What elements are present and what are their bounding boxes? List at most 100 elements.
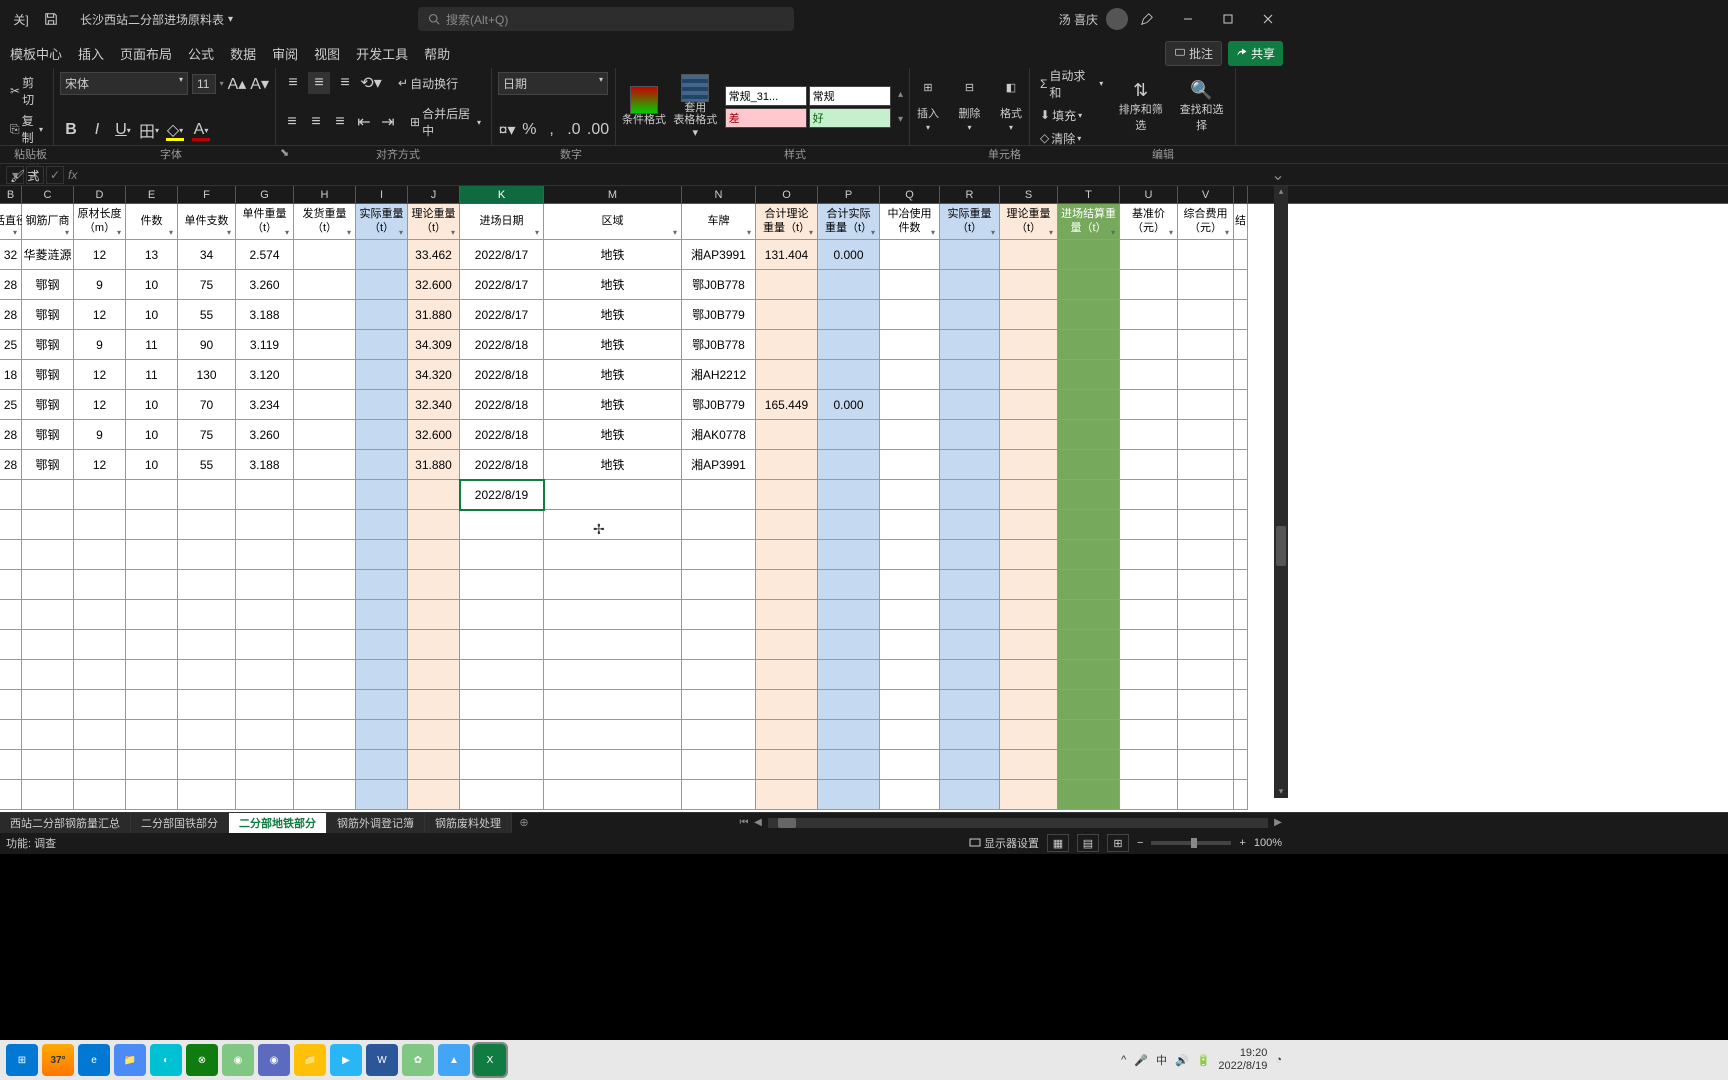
cell[interactable] [756, 690, 818, 720]
cell[interactable]: 3.188 [236, 300, 294, 330]
tray-expand-icon[interactable]: ^ [1121, 1054, 1126, 1066]
cell[interactable] [544, 480, 682, 510]
cell[interactable]: 130 [178, 360, 236, 390]
app-icon-5[interactable]: ✿ [402, 1044, 434, 1076]
cell[interactable] [1234, 330, 1248, 360]
cell[interactable] [126, 600, 178, 630]
cell[interactable]: 2022/8/18 [460, 330, 544, 360]
cell[interactable] [1000, 780, 1058, 810]
cell[interactable] [1058, 360, 1120, 390]
cell[interactable] [22, 720, 74, 750]
cell[interactable] [940, 540, 1000, 570]
cell[interactable] [1234, 270, 1248, 300]
cell[interactable] [682, 690, 756, 720]
cell[interactable] [74, 600, 126, 630]
cell[interactable]: 3.234 [236, 390, 294, 420]
cell[interactable] [0, 630, 22, 660]
increase-font-icon[interactable]: A▴ [228, 73, 247, 95]
cell[interactable] [818, 540, 880, 570]
cell[interactable] [356, 630, 408, 660]
align-right-icon[interactable]: ≡ [330, 111, 350, 133]
cell[interactable] [544, 780, 682, 810]
cell[interactable] [880, 270, 940, 300]
cell[interactable] [544, 540, 682, 570]
cell[interactable] [1120, 240, 1178, 270]
comma-icon[interactable]: , [543, 119, 561, 141]
cell[interactable] [1000, 540, 1058, 570]
cell[interactable]: 33.462 [408, 240, 460, 270]
cell[interactable] [356, 600, 408, 630]
cell[interactable] [460, 570, 544, 600]
cell[interactable]: 55 [178, 300, 236, 330]
cell[interactable]: 2022/8/18 [460, 450, 544, 480]
cell[interactable] [756, 540, 818, 570]
mic-icon[interactable]: 🎤 [1134, 1054, 1148, 1067]
filter-arrow-icon[interactable]: ▾ [1046, 228, 1056, 238]
cell[interactable]: 32.600 [408, 270, 460, 300]
cell[interactable] [236, 540, 294, 570]
cell[interactable] [1178, 360, 1234, 390]
menu-开发工具[interactable]: 开发工具 [348, 39, 416, 67]
filter-arrow-icon[interactable]: ▾ [928, 228, 938, 238]
cell[interactable] [0, 750, 22, 780]
cell[interactable]: 湘AP3991 [682, 240, 756, 270]
cell[interactable]: 28 [0, 450, 22, 480]
cell[interactable] [682, 570, 756, 600]
cell[interactable]: 75 [178, 270, 236, 300]
cell[interactable] [880, 750, 940, 780]
cell[interactable] [356, 360, 408, 390]
ime-icon[interactable]: 中 [1156, 1052, 1167, 1068]
cell[interactable] [1178, 630, 1234, 660]
cell[interactable] [126, 540, 178, 570]
cell[interactable]: 鄂J0B778 [682, 270, 756, 300]
cell[interactable] [294, 780, 356, 810]
cell[interactable]: 10 [126, 450, 178, 480]
cell[interactable] [1000, 330, 1058, 360]
cell[interactable] [0, 720, 22, 750]
cell[interactable] [74, 570, 126, 600]
menu-视图[interactable]: 视图 [306, 39, 348, 67]
cell[interactable] [1120, 270, 1178, 300]
col-header-H[interactable]: H [294, 186, 356, 203]
cell[interactable] [818, 330, 880, 360]
cell[interactable] [294, 480, 356, 510]
cell[interactable] [1058, 450, 1120, 480]
cell[interactable] [356, 690, 408, 720]
cell[interactable]: 0.000 [818, 240, 880, 270]
cell[interactable] [178, 630, 236, 660]
minimize-button[interactable] [1168, 0, 1208, 38]
comment-button[interactable]: 批注 [1165, 41, 1222, 66]
cell[interactable] [1178, 450, 1234, 480]
horizontal-scrollbar[interactable] [768, 818, 1268, 828]
cell[interactable] [940, 630, 1000, 660]
cell[interactable]: 32.340 [408, 390, 460, 420]
cell[interactable] [294, 510, 356, 540]
cell[interactable] [1234, 750, 1248, 780]
cell[interactable] [940, 450, 1000, 480]
cell[interactable] [1058, 750, 1120, 780]
cell[interactable] [880, 330, 940, 360]
cell[interactable]: 34.320 [408, 360, 460, 390]
col-header-M[interactable]: M [544, 186, 682, 203]
cell[interactable] [1000, 570, 1058, 600]
cell[interactable] [1234, 630, 1248, 660]
cell[interactable] [294, 360, 356, 390]
cell[interactable] [1120, 690, 1178, 720]
cell[interactable] [1000, 240, 1058, 270]
col-header-V[interactable]: V [1178, 186, 1234, 203]
cell[interactable] [356, 510, 408, 540]
cell[interactable] [294, 720, 356, 750]
word-icon[interactable]: W [366, 1044, 398, 1076]
cell[interactable] [940, 300, 1000, 330]
cell[interactable] [408, 510, 460, 540]
cell[interactable] [126, 660, 178, 690]
table-header[interactable]: 钢筋厂商▾ [22, 204, 74, 240]
cell[interactable] [1000, 630, 1058, 660]
cell[interactable] [126, 720, 178, 750]
edge-icon[interactable]: e [78, 1044, 110, 1076]
align-left-icon[interactable]: ≡ [282, 111, 302, 133]
cell[interactable] [1234, 240, 1248, 270]
filter-arrow-icon[interactable]: ▾ [224, 228, 234, 238]
align-middle-icon[interactable]: ≡ [308, 72, 330, 94]
align-top-icon[interactable]: ≡ [282, 72, 304, 94]
